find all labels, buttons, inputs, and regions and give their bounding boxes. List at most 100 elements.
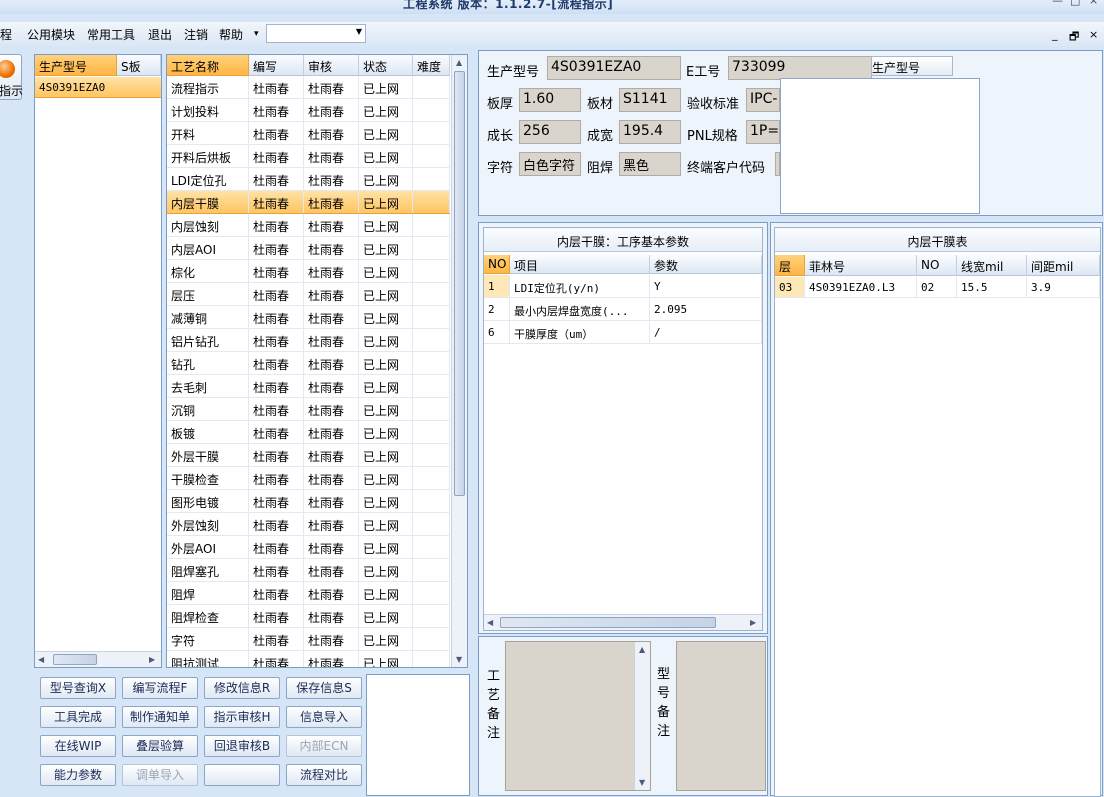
- col-header-no[interactable]: NO: [484, 255, 510, 274]
- table-row[interactable]: 字符 杜雨春 杜雨春 已上网: [167, 628, 450, 651]
- col-header-film-no[interactable]: 菲林号: [805, 255, 917, 276]
- scroll-down-icon[interactable]: ▼: [639, 778, 645, 787]
- menu-logout[interactable]: 注销: [184, 26, 208, 43]
- col-header-no[interactable]: NO: [917, 255, 957, 276]
- table-row[interactable]: 内层干膜 杜雨春 杜雨春 已上网: [167, 191, 450, 214]
- scroll-right-icon[interactable]: ▶: [149, 655, 155, 664]
- pnl-field[interactable]: 1P=2: [746, 120, 780, 144]
- col-header-spacing[interactable]: 间距mil: [1027, 255, 1100, 276]
- action-button-9[interactable]: 叠层验算: [122, 735, 198, 757]
- table-row[interactable]: 阻焊检查 杜雨春 杜雨春 已上网: [167, 605, 450, 628]
- col-header-item[interactable]: 项目: [510, 255, 650, 274]
- action-button-1[interactable]: 编写流程F: [122, 677, 198, 699]
- scroll-thumb[interactable]: [454, 71, 465, 496]
- action-button-3[interactable]: 保存信息S: [286, 677, 362, 699]
- menu-help[interactable]: 帮助: [219, 26, 243, 43]
- action-button-10[interactable]: 回退审核B: [204, 735, 280, 757]
- scroll-down-icon[interactable]: ▼: [456, 655, 462, 664]
- maximize-icon[interactable]: □: [1070, 0, 1080, 7]
- table-row[interactable]: 4S0391EZA0: [35, 77, 161, 98]
- action-button-0[interactable]: 型号查询X: [40, 677, 116, 699]
- table-row[interactable]: 阻抗测试 杜雨春 杜雨春 已上网: [167, 651, 450, 667]
- table-row[interactable]: 2 最小内层焊盘宽度(... 2.095: [484, 298, 762, 321]
- action-button-15[interactable]: 流程对比: [286, 764, 362, 786]
- table-row[interactable]: 03 4S0391EZA0.L3 02 15.5 3.9: [775, 277, 1100, 298]
- width-field[interactable]: 195.4: [619, 120, 681, 144]
- standard-field[interactable]: IPC-: [746, 88, 780, 112]
- col-header-line-width[interactable]: 线宽mil: [957, 255, 1027, 276]
- col-header-layer[interactable]: 层: [775, 255, 805, 276]
- table-row[interactable]: 开料 杜雨春 杜雨春 已上网: [167, 122, 450, 145]
- close-icon[interactable]: ×: [1089, 0, 1098, 7]
- scroll-up-icon[interactable]: ▲: [639, 645, 645, 654]
- action-button-11[interactable]: 内部ECN: [286, 735, 362, 757]
- scroll-right-icon[interactable]: ▶: [750, 618, 756, 627]
- table-row[interactable]: 流程指示 杜雨春 杜雨春 已上网: [167, 76, 450, 99]
- mdi-close-icon[interactable]: ×: [1089, 28, 1098, 41]
- produce-model-button[interactable]: 生产型号: [871, 56, 953, 76]
- scroll-up-icon[interactable]: ▲: [456, 58, 462, 67]
- col-header-difficulty[interactable]: 难度: [413, 55, 450, 76]
- customer-field[interactable]: [775, 152, 780, 176]
- process-instruction-button[interactable]: 指示: [0, 54, 23, 100]
- table-row[interactable]: 图形电镀 杜雨春 杜雨春 已上网: [167, 490, 450, 513]
- thick-field[interactable]: 1.60: [519, 88, 581, 112]
- action-button-2[interactable]: 修改信息R: [204, 677, 280, 699]
- eng-field[interactable]: 733099: [728, 56, 872, 80]
- table-row[interactable]: 减薄铜 杜雨春 杜雨春 已上网: [167, 306, 450, 329]
- col-header-writer[interactable]: 编写: [249, 55, 304, 76]
- length-field[interactable]: 256: [519, 120, 581, 144]
- table-row[interactable]: 开料后烘板 杜雨春 杜雨春 已上网: [167, 145, 450, 168]
- table-row[interactable]: 6 干膜厚度（um） /: [484, 321, 762, 344]
- horizontal-scrollbar[interactable]: ◀ ▶: [35, 651, 161, 667]
- menu-public-module[interactable]: 公用模块: [27, 26, 75, 43]
- action-button-12[interactable]: 能力参数: [40, 764, 116, 786]
- action-button-8[interactable]: 在线WIP: [40, 735, 116, 757]
- table-row[interactable]: LDI定位孔 杜雨春 杜雨春 已上网: [167, 168, 450, 191]
- action-button-4[interactable]: 工具完成: [40, 706, 116, 728]
- scroll-left-icon[interactable]: ◀: [38, 655, 44, 664]
- char-field[interactable]: 白色字符: [519, 152, 581, 176]
- col-header-s-board[interactable]: S板: [117, 55, 161, 76]
- menu-process[interactable]: 程: [0, 26, 12, 43]
- model-notes-field[interactable]: [676, 641, 766, 791]
- col-header-model[interactable]: 生产型号: [35, 55, 117, 76]
- table-row[interactable]: 板镀 杜雨春 杜雨春 已上网: [167, 421, 450, 444]
- table-row[interactable]: 1 LDI定位孔(y/n) Y: [484, 275, 762, 298]
- horizontal-scrollbar[interactable]: ◀ ▶: [484, 614, 762, 630]
- table-row[interactable]: 沉铜 杜雨春 杜雨春 已上网: [167, 398, 450, 421]
- action-button-13[interactable]: 调单导入: [122, 764, 198, 786]
- action-button-6[interactable]: 指示审核H: [204, 706, 280, 728]
- mask-field[interactable]: 黑色: [619, 152, 681, 176]
- process-notes-field[interactable]: ▲ ▼: [505, 641, 651, 791]
- action-button-5[interactable]: 制作通知单: [122, 706, 198, 728]
- vertical-scrollbar[interactable]: ▲ ▼: [451, 55, 467, 667]
- action-button-14[interactable]: [204, 764, 280, 786]
- table-row[interactable]: 阻焊塞孔 杜雨春 杜雨春 已上网: [167, 559, 450, 582]
- col-header-reviewer[interactable]: 审核: [304, 55, 359, 76]
- table-row[interactable]: 层压 杜雨春 杜雨春 已上网: [167, 283, 450, 306]
- model-field[interactable]: 4S0391EZA0: [547, 56, 681, 80]
- table-row[interactable]: 钻孔 杜雨春 杜雨春 已上网: [167, 352, 450, 375]
- menu-exit[interactable]: 退出: [148, 26, 172, 43]
- col-header-value[interactable]: 参数: [650, 255, 762, 274]
- table-row[interactable]: 内层蚀刻 杜雨春 杜雨春 已上网: [167, 214, 450, 237]
- table-row[interactable]: 铝片钻孔 杜雨春 杜雨春 已上网: [167, 329, 450, 352]
- menu-combo[interactable]: ▼: [266, 24, 366, 43]
- table-row[interactable]: 外层干膜 杜雨春 杜雨春 已上网: [167, 444, 450, 467]
- action-button-7[interactable]: 信息导入: [286, 706, 362, 728]
- table-row[interactable]: 去毛刺 杜雨春 杜雨春 已上网: [167, 375, 450, 398]
- minimize-icon[interactable]: —: [1052, 0, 1063, 7]
- table-row[interactable]: 内层AOI 杜雨春 杜雨春 已上网: [167, 237, 450, 260]
- col-header-process-name[interactable]: 工艺名称: [167, 55, 249, 76]
- col-header-status[interactable]: 状态: [359, 55, 413, 76]
- table-row[interactable]: 外层蚀刻 杜雨春 杜雨春 已上网: [167, 513, 450, 536]
- mdi-restore-icon[interactable]: 🗗: [1069, 28, 1079, 47]
- scroll-thumb[interactable]: [500, 617, 716, 628]
- mdi-minimize-icon[interactable]: _: [1052, 28, 1058, 41]
- menu-common-tools[interactable]: 常用工具: [87, 26, 135, 43]
- table-row[interactable]: 阻焊 杜雨春 杜雨春 已上网: [167, 582, 450, 605]
- scroll-left-icon[interactable]: ◀: [487, 618, 493, 627]
- scroll-thumb[interactable]: [53, 654, 97, 665]
- material-field[interactable]: S1141: [619, 88, 681, 112]
